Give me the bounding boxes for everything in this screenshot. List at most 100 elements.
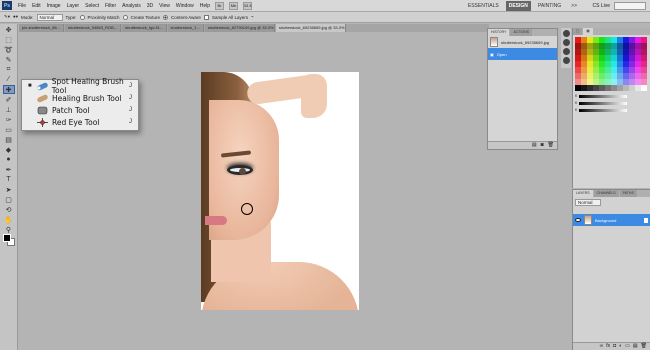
color-swatch[interactable]	[641, 55, 647, 61]
help-search-input[interactable]	[614, 2, 646, 10]
move-tool-icon[interactable]: ✥	[3, 25, 15, 34]
color-swatch[interactable]	[605, 43, 611, 49]
color-swatch[interactable]	[635, 67, 641, 73]
menu-select[interactable]: Select	[85, 3, 99, 9]
color-swatch[interactable]	[605, 55, 611, 61]
color-swatch[interactable]	[599, 67, 605, 73]
color-swatch[interactable]	[599, 61, 605, 67]
color-swatch[interactable]	[581, 61, 587, 67]
color-swatch[interactable]	[605, 49, 611, 55]
color-swatch[interactable]	[635, 55, 641, 61]
color-swatch[interactable]	[623, 73, 629, 79]
color-swatch[interactable]	[611, 67, 617, 73]
color-swatch[interactable]	[641, 43, 647, 49]
tab-history[interactable]: HISTORY	[488, 29, 510, 36]
doc-tab[interactable]: pix-shutterstock_86...	[19, 24, 65, 32]
3d-rotate-tool-icon[interactable]: ⟲	[3, 205, 15, 214]
color-swatch[interactable]	[587, 85, 593, 91]
color-swatch[interactable]	[617, 85, 623, 91]
color-swatch[interactable]	[635, 73, 641, 79]
color-swatch[interactable]	[629, 79, 635, 85]
color-swatch[interactable]	[617, 43, 623, 49]
color-swatch[interactable]	[623, 61, 629, 67]
color-swatch[interactable]	[593, 37, 599, 43]
color-panel-icon[interactable]	[562, 30, 570, 37]
menu-edit[interactable]: Edit	[32, 3, 41, 9]
color-swatch[interactable]	[635, 79, 641, 85]
menu-file[interactable]: File	[18, 3, 26, 9]
camera-icon[interactable]: ◙	[541, 142, 544, 149]
crop-tool-icon[interactable]: ⌗	[3, 65, 15, 74]
color-swatch[interactable]	[605, 61, 611, 67]
color-swatch[interactable]	[623, 49, 629, 55]
foreground-color-swatch[interactable]	[3, 234, 11, 242]
styles-panel-icon[interactable]	[562, 48, 570, 55]
color-swatch[interactable]	[587, 67, 593, 73]
color-swatch[interactable]	[617, 49, 623, 55]
tab-channels[interactable]: CHANNELS	[593, 190, 619, 197]
minibridge-button[interactable]: Mb	[229, 1, 239, 10]
color-swatch[interactable]	[623, 85, 629, 91]
color-swatch[interactable]	[593, 43, 599, 49]
color-swatch[interactable]	[617, 55, 623, 61]
bridge-button[interactable]: Br	[215, 1, 225, 10]
color-swatch[interactable]	[605, 79, 611, 85]
workspace-essentials[interactable]: ESSENTIALS	[465, 1, 502, 11]
color-swatch[interactable]	[575, 61, 581, 67]
color-swatch[interactable]	[605, 73, 611, 79]
flyout-item-spot-healing[interactable]: ■ Spot Healing Brush Tool J	[22, 77, 138, 95]
menu-filter[interactable]: Filter	[105, 3, 116, 9]
trash-icon[interactable]: 🗑	[641, 343, 647, 350]
menu-analysis[interactable]: Analysis	[122, 3, 141, 9]
color-swatch[interactable]	[581, 43, 587, 49]
menu-3d[interactable]: 3D	[147, 3, 153, 9]
color-swatch[interactable]	[635, 85, 641, 91]
blend-mode-select[interactable]: Normal	[575, 198, 601, 206]
color-swatch[interactable]	[641, 67, 647, 73]
doc-tab[interactable]: shutterstock_82790109.jpg @ 33.3% (RGB/8…	[204, 24, 275, 32]
color-swatch[interactable]	[581, 79, 587, 85]
doc-tab[interactable]: shutterstock_94863_RGB...	[65, 24, 122, 32]
new-document-icon[interactable]: ▤	[532, 142, 537, 149]
brush-size-icon[interactable]: ●▾	[13, 14, 18, 20]
color-swatch[interactable]	[593, 73, 599, 79]
tab-swatches[interactable]: ▦	[583, 28, 593, 35]
zoom-select[interactable]: 33.3	[243, 1, 253, 10]
color-swatch[interactable]	[599, 79, 605, 85]
color-swatch[interactable]	[635, 43, 641, 49]
color-swatch[interactable]	[575, 67, 581, 73]
color-swatch[interactable]	[593, 61, 599, 67]
color-swatch[interactable]	[581, 37, 587, 43]
history-brush-tool-icon[interactable]: ✑	[3, 115, 15, 124]
doc-tab-active[interactable]: shutterstock_69235659.jpg @ 33.3% (RGB/8…	[275, 24, 346, 32]
color-swatch[interactable]	[587, 79, 593, 85]
flyout-item-healing[interactable]: Healing Brush Tool J	[22, 92, 138, 104]
adjustments-panel-icon[interactable]	[562, 39, 570, 46]
tab-layers[interactable]: LAYERS	[573, 190, 593, 197]
color-swatch[interactable]	[623, 43, 629, 49]
folder-icon[interactable]: ▭	[625, 343, 630, 350]
tool-preset-icon[interactable]: ✎▾	[4, 14, 10, 20]
marquee-tool-icon[interactable]: ⬚	[3, 35, 15, 44]
type-texture-radio[interactable]	[122, 14, 128, 20]
color-swatch[interactable]	[623, 37, 629, 43]
spot-healing-brush-tool-icon[interactable]: ✚	[2, 85, 15, 94]
color-swatch[interactable]	[617, 67, 623, 73]
color-swatch[interactable]	[635, 49, 641, 55]
color-swatch[interactable]	[617, 37, 623, 43]
color-swatch[interactable]	[587, 73, 593, 79]
color-swatch[interactable]	[581, 49, 587, 55]
quick-select-tool-icon[interactable]: ✎	[3, 55, 15, 64]
color-swatch[interactable]	[611, 37, 617, 43]
slider-track[interactable]	[579, 108, 628, 112]
pressure-icon[interactable]: ⌁	[251, 14, 254, 20]
workspace-more[interactable]: >>	[568, 1, 580, 11]
color-swatch[interactable]	[599, 55, 605, 61]
color-swatch[interactable]	[581, 73, 587, 79]
color-swatch[interactable]	[611, 49, 617, 55]
slider-track[interactable]	[579, 94, 628, 98]
color-swatch[interactable]	[575, 79, 581, 85]
hand-tool-icon[interactable]: ✋	[3, 215, 15, 224]
menu-window[interactable]: Window	[176, 3, 194, 9]
color-swatch[interactable]	[605, 37, 611, 43]
